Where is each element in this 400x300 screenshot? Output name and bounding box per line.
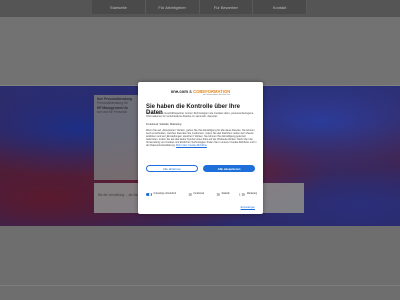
logo-brand: one.com: [170, 89, 188, 94]
logo-subtitle: ein Unternehmen der one.com: [203, 94, 231, 96]
cookie-consent-dialog: one.com & COBEFORMATION ein Unternehmen …: [138, 82, 263, 214]
main-nav: Startseite Für Arbeitgeber Für Bewerber …: [92, 0, 307, 14]
toggle-label: Marketing: [246, 193, 257, 196]
page-header-area: [0, 17, 400, 85]
dialog-categories: Funktional, Statistik, Marketing: [146, 123, 182, 126]
page-lower-area: [0, 226, 400, 300]
toggle-label: Funktional: [193, 193, 205, 196]
toggle-marketing[interactable]: Marketing: [239, 193, 257, 196]
decline-all-button[interactable]: Alle ablehnen: [146, 165, 198, 172]
hero-card: Ihre Personalberatung Personalberatung f…: [94, 95, 140, 180]
divider: [0, 285, 400, 286]
toggle-statistics[interactable]: Statistik: [213, 193, 230, 196]
dialog-body: Wenn Sie auf „Akzeptieren" klicken, gebe…: [146, 129, 257, 147]
cookie-policy-link[interactable]: Mehr über Cookie-Richtlinie: [176, 144, 207, 147]
accept-all-button[interactable]: Alle akzeptieren: [203, 165, 255, 172]
toggle-switch[interactable]: [146, 193, 152, 196]
toggle-functional[interactable]: Funktional: [185, 193, 205, 196]
consent-toggles: Unbedingt erforderlich Funktional Statis…: [146, 193, 257, 196]
toggle-label: Unbedingt erforderlich: [153, 193, 177, 196]
settings-link[interactable]: Einstellungen: [241, 206, 255, 209]
toggle-switch[interactable]: [213, 193, 220, 196]
toggle-necessary[interactable]: Unbedingt erforderlich: [146, 193, 176, 196]
toggle-switch[interactable]: [239, 193, 246, 196]
nav-kontakt[interactable]: Kontakt: [253, 0, 307, 14]
dialog-logo: one.com & COBEFORMATION: [138, 89, 263, 94]
logo-amp: &: [189, 89, 192, 94]
toggle-label: Statistik: [221, 193, 230, 196]
nav-bewerber[interactable]: Für Bewerber: [200, 0, 254, 14]
dialog-intro: Wir und unsere Geschäftspartner nutzen T…: [146, 112, 254, 119]
hero-card-line: zur und für Personal: [97, 110, 127, 115]
toggle-switch[interactable]: [185, 193, 192, 196]
nav-startseite[interactable]: Startseite: [92, 0, 146, 14]
nav-arbeitgeber[interactable]: Für Arbeitgeber: [146, 0, 200, 14]
